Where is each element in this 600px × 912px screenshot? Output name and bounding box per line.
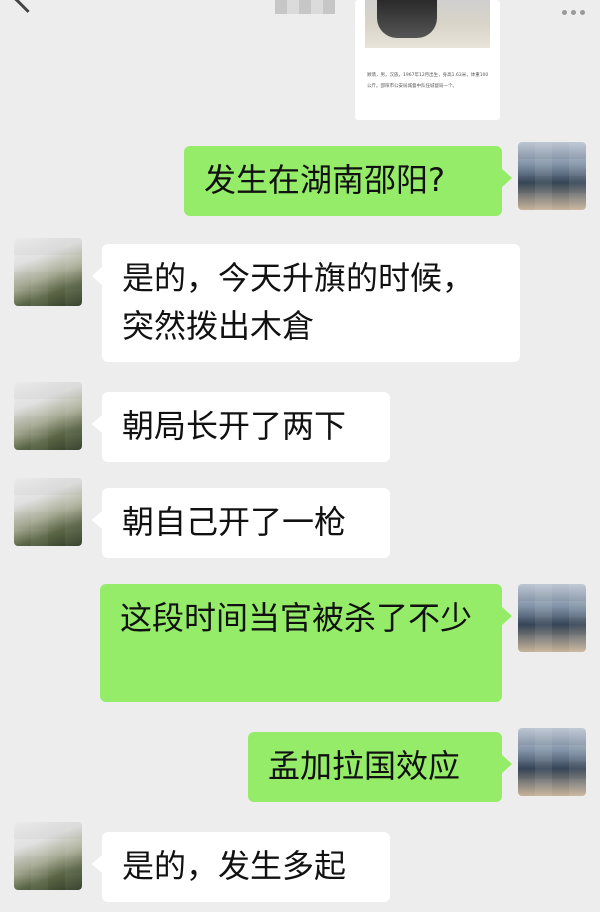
avatar-self[interactable] xyxy=(518,728,586,796)
message-bubble-received[interactable]: 是的，发生多起 xyxy=(92,832,390,902)
message-bubble-sent[interactable]: 孟加拉国效应 xyxy=(248,732,512,802)
avatar-self[interactable] xyxy=(518,584,586,652)
message-bubble-sent[interactable]: 发生在湖南邵阳? xyxy=(184,146,512,216)
chevron-left-icon[interactable] xyxy=(14,0,41,13)
avatar-contact[interactable] xyxy=(14,382,82,450)
message-bubble-received[interactable]: 朝局长开了两下 xyxy=(92,392,390,462)
message-bubble-sent[interactable]: 这段时间当官被杀了不少 xyxy=(100,584,512,702)
avatar-self[interactable] xyxy=(518,142,586,210)
avatar-contact[interactable] xyxy=(14,478,82,546)
chat-title-blurred xyxy=(275,0,335,14)
avatar-contact[interactable] xyxy=(14,238,82,306)
photo-subject xyxy=(377,0,437,38)
message-bubble-received[interactable]: 朝自己开了一枪 xyxy=(92,488,390,558)
shared-photo xyxy=(365,0,490,48)
more-icon[interactable] xyxy=(562,0,590,15)
image-caption: 顾翡，男，汉族，1967年12月出生，身高1.63米，体重100公斤。邵阳市公安… xyxy=(367,73,489,89)
avatar-contact[interactable] xyxy=(14,822,82,890)
message-bubble-received[interactable]: 是的，今天升旗的时候，突然拨出木倉 xyxy=(92,244,520,362)
chat-header xyxy=(0,0,600,30)
shared-image-card[interactable]: 顾翡，男，汉族，1967年12月出生，身高1.63米，体重100公斤。邵阳市公安… xyxy=(355,0,500,120)
